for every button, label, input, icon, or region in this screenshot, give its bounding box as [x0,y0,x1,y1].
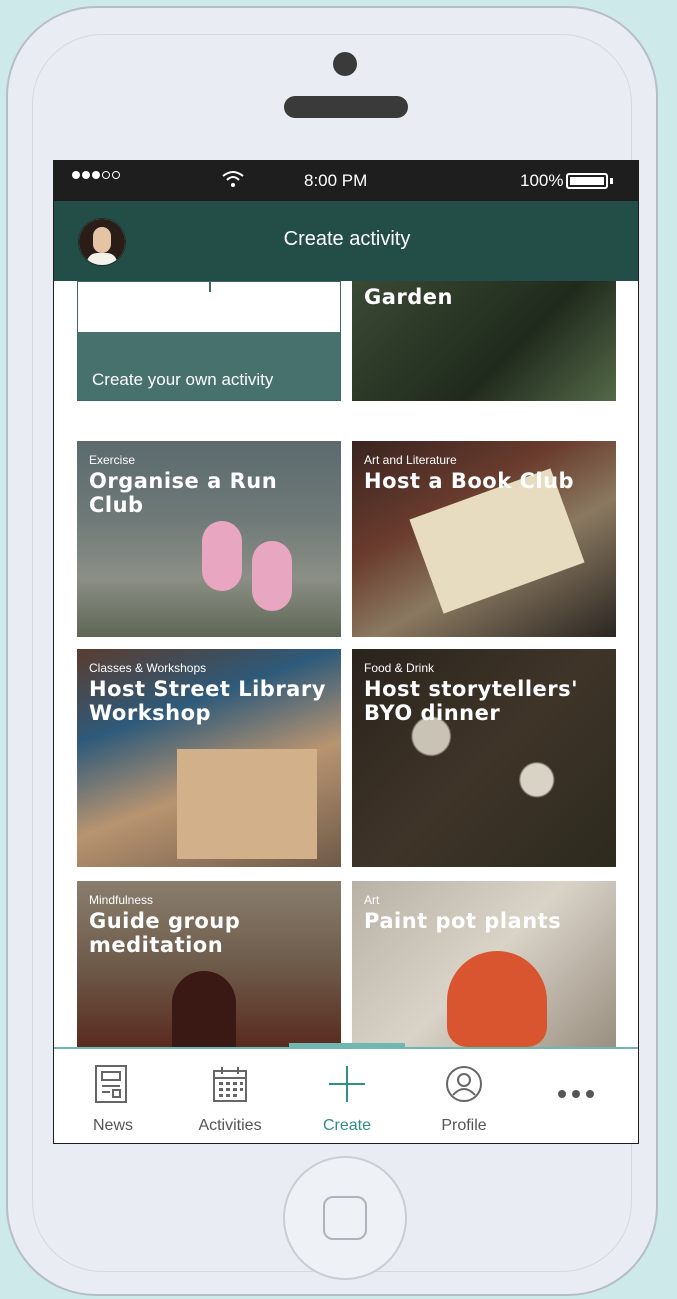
phone-screen: 8:00 PM 100% Create activity Create your… [53,160,639,1144]
pot-plant-image [447,951,547,1047]
signal-strength-icon [72,171,120,179]
activity-tile-street-library[interactable]: Classes & Workshops Host Street Library … [77,649,341,867]
library-box-image [177,749,317,859]
tile-title: Organise a Run Club [89,469,278,517]
app-header: Create activity [54,201,638,281]
tab-create[interactable]: Create [297,1059,397,1135]
status-bar: 8:00 PM 100% [54,161,638,201]
activity-tile-garden[interactable]: Garden [352,281,616,401]
tile-category: Classes & Workshops [89,661,207,675]
wifi-icon [222,170,244,193]
meditating-person-image [172,971,236,1047]
tile-title: Host a Book Club [364,469,575,493]
tab-label: News [92,1117,133,1134]
calendar-icon [180,1059,280,1109]
newspaper-icon [63,1059,163,1109]
activity-tile-book-club[interactable]: Art and Literature Host a Book Club [352,441,616,637]
tab-label: Activities [198,1117,262,1134]
tile-category: Art [364,893,380,907]
battery-percentage: 100% [520,171,564,190]
tab-profile[interactable]: Profile [414,1059,514,1135]
activity-grid: Create your own activity Garden Exercise… [54,281,638,1047]
bottom-tab-bar: News Activities Create Profile [54,1043,638,1143]
tab-news[interactable]: News [63,1059,163,1135]
tile-title: Host storytellers' BYO dinner [364,677,579,725]
tile-title: Create your own activity [92,370,274,389]
activity-tile-run-club[interactable]: Exercise Organise a Run Club [77,441,341,637]
home-button-square-icon [323,1196,367,1240]
tab-label: Create [322,1117,372,1134]
camera-icon [333,52,357,76]
activity-tile-paint-pots[interactable]: Art Paint pot plants [352,881,616,1047]
tab-more[interactable] [526,1059,626,1137]
tile-category: Art and Literature [364,453,457,467]
speaker-grille [284,96,408,118]
shoe-image [202,521,242,591]
tab-activities[interactable]: Activities [180,1059,280,1135]
tile-title: Paint pot plants [364,909,562,933]
tab-label: Profile [441,1117,487,1134]
tile-title: Host Street Library Workshop [89,677,326,725]
tile-category: Food & Drink [364,661,435,675]
tile-title: Guide group meditation [89,909,241,957]
active-tab-indicator [289,1043,405,1047]
battery-tip [610,178,613,184]
tile-category: Mindfulness [89,893,154,907]
activity-tile-meditation[interactable]: Mindfulness Guide group meditation [77,881,341,1047]
tile-title: Garden [364,285,453,309]
page-title: Create activity [283,228,411,250]
home-button[interactable] [283,1156,407,1280]
status-time: 8:00 PM [304,171,368,190]
plus-icon [297,1059,397,1109]
create-own-activity-tile[interactable]: Create your own activity [77,281,341,401]
more-icon [526,1059,626,1129]
activity-tile-byo-dinner[interactable]: Food & Drink Host storytellers' BYO dinn… [352,649,616,867]
user-circle-icon [414,1059,514,1109]
shoe-image [252,541,292,611]
battery-icon [566,173,608,189]
tile-category: Exercise [89,453,136,467]
